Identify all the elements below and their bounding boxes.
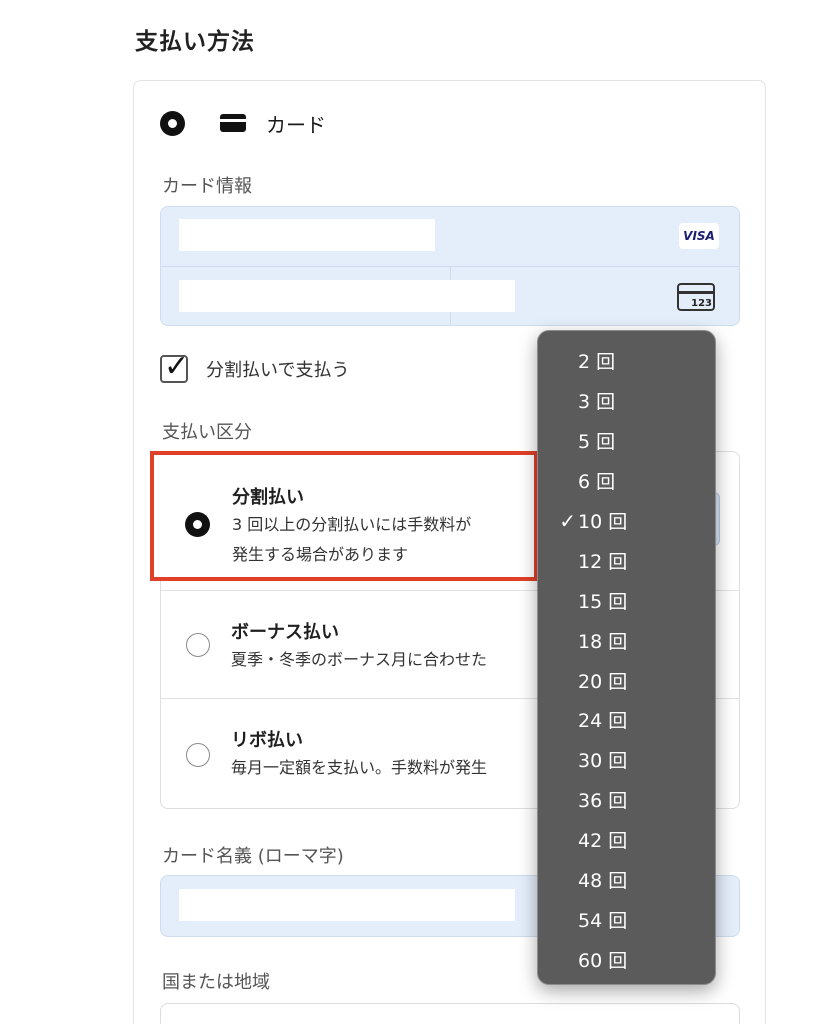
check-icon: ✓	[559, 508, 576, 533]
option-installment-highlight[interactable]: 分割払い 3 回以上の分割払いには手数料が 発生する場合があります	[150, 451, 538, 581]
card-number-input[interactable]	[179, 219, 435, 251]
dropdown-item[interactable]: 42 回	[538, 820, 715, 860]
dropdown-item-label: 60 回	[578, 949, 628, 972]
method-card-label: カード	[266, 112, 326, 137]
dropdown-item[interactable]: 54 回	[538, 899, 715, 939]
radio-selected-icon[interactable]	[160, 110, 185, 136]
dropdown-item[interactable]: 24 回	[538, 700, 715, 740]
dropdown-item[interactable]: 30 回	[538, 740, 715, 780]
dropdown-item[interactable]: 5 回	[538, 421, 715, 461]
dropdown-item[interactable]: 12 回	[538, 540, 715, 580]
option-revolving-title: リボ払い	[231, 730, 303, 751]
dropdown-item-label: 54 回	[578, 909, 628, 932]
card-info-label: カード情報	[162, 176, 252, 197]
payment-method-title: 支払い方法	[135, 29, 255, 55]
dropdown-item-label: 30 回	[578, 750, 628, 773]
option-installment-title: 分割払い	[232, 487, 304, 508]
dropdown-item-label: 12 回	[578, 550, 628, 573]
dropdown-item[interactable]: 2 回	[538, 341, 715, 381]
option-bonus-desc: 夏季・冬季のボーナス月に合わせた	[231, 650, 488, 669]
dropdown-item[interactable]: 60 回	[538, 939, 715, 979]
dropdown-item-label: 10 回	[578, 511, 628, 533]
country-label: 国または地域	[162, 972, 270, 993]
dropdown-item-label: 48 回	[578, 870, 628, 893]
dropdown-item[interactable]: 18 回	[538, 620, 715, 660]
checkmark-icon: ✓	[164, 349, 190, 384]
dropdown-item-label: 36 回	[578, 790, 628, 813]
radio-selected-icon[interactable]	[185, 512, 210, 537]
method-card-option[interactable]: カード	[160, 108, 326, 138]
cardholder-name-label: カード名義 (ローマ字)	[162, 846, 344, 867]
dropdown-item-label: 18 回	[578, 630, 628, 653]
dropdown-item[interactable]: 6 回	[538, 461, 715, 501]
card-expiry-cvc-input[interactable]	[179, 280, 515, 312]
dropdown-item[interactable]: 48 回	[538, 860, 715, 900]
option-installment-desc-2: 発生する場合があります	[232, 545, 409, 564]
credit-card-icon	[220, 114, 246, 132]
card-info-fields: VISA 123	[160, 206, 740, 326]
installment-checkbox-row[interactable]: ✓ 分割払いで支払う	[160, 349, 350, 384]
dropdown-item-label: 2 回	[578, 351, 616, 374]
dropdown-item[interactable]: ✓ 10 回	[538, 501, 715, 541]
cvc-card-icon: 123	[677, 283, 715, 311]
cardholder-name-value	[179, 889, 515, 921]
installment-checkbox-label: 分割払いで支払う	[206, 360, 350, 381]
dropdown-item[interactable]: 20 回	[538, 660, 715, 700]
dropdown-item[interactable]: 15 回	[538, 580, 715, 620]
dropdown-item-label: 6 回	[578, 471, 616, 494]
installment-count-dropdown[interactable]: 2 回3 回5 回6 回 ✓ 10 回 12 回 15 回 18 回 20 回 24 回 30 …	[537, 330, 716, 985]
dropdown-item-label: 24 回	[578, 710, 628, 733]
installment-checkbox[interactable]: ✓	[160, 349, 189, 384]
dropdown-item-label: 15 回	[578, 590, 628, 613]
country-select[interactable]	[160, 1003, 740, 1024]
dropdown-item-label: 42 回	[578, 830, 628, 853]
option-installment-desc-1: 3 回以上の分割払いには手数料が	[232, 515, 472, 534]
option-bonus-title: ボーナス払い	[231, 622, 339, 643]
visa-icon: VISA	[679, 223, 719, 249]
dropdown-item-label: 3 回	[578, 391, 616, 414]
option-revolving-desc: 毎月一定額を支払い。手数料が発生	[231, 758, 488, 777]
payment-type-label: 支払い区分	[162, 422, 252, 443]
radio-unselected-icon[interactable]	[186, 743, 210, 767]
dropdown-item-label: 5 回	[578, 431, 616, 454]
dropdown-item-label: 20 回	[578, 670, 628, 693]
radio-unselected-icon[interactable]	[186, 633, 210, 657]
dropdown-item[interactable]: 36 回	[538, 780, 715, 820]
dropdown-item[interactable]: 3 回	[538, 381, 715, 421]
